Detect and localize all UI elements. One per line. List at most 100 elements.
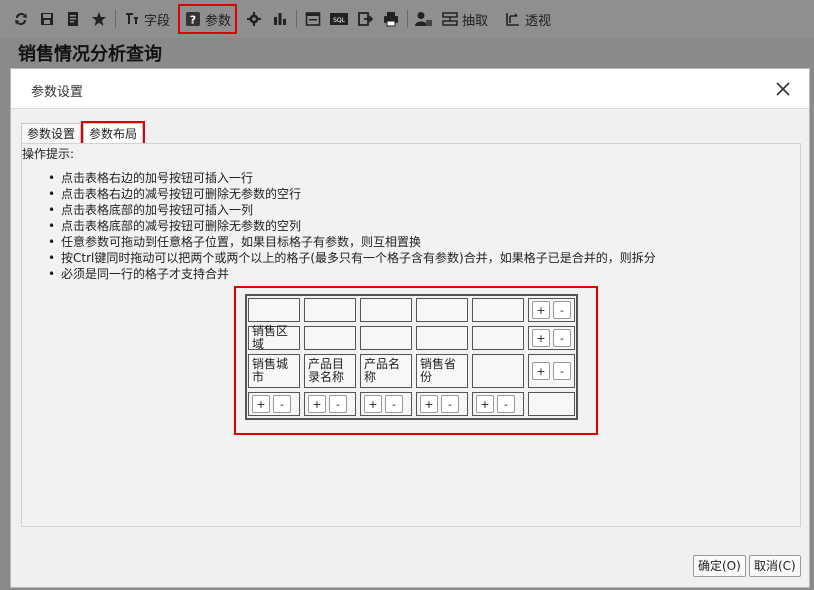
grid-cell[interactable]: 销售省份 bbox=[416, 354, 468, 388]
ok-button[interactable]: 确定(O) bbox=[693, 555, 746, 577]
add-row-button[interactable]: + bbox=[532, 301, 550, 319]
export-icon bbox=[356, 10, 374, 28]
column-button-pair: + - bbox=[252, 395, 291, 413]
pivot-icon bbox=[504, 10, 522, 28]
delete-row-button[interactable]: - bbox=[553, 329, 571, 347]
page-title: 销售情况分析查询 bbox=[18, 44, 162, 65]
star-icon bbox=[90, 10, 108, 28]
column-controls: + - bbox=[248, 392, 300, 416]
column-controls: + - bbox=[304, 392, 356, 416]
delete-column-button[interactable]: - bbox=[273, 395, 291, 413]
svg-text:?: ? bbox=[190, 14, 196, 27]
grid-cell[interactable]: 产品目录名称 bbox=[304, 354, 356, 388]
grid-cell[interactable]: 产品名称 bbox=[360, 354, 412, 388]
add-column-button[interactable]: + bbox=[252, 395, 270, 413]
hint-item: 点击表格底部的加号按钮可插入一列 bbox=[48, 202, 656, 218]
hint-title: 操作提示: bbox=[22, 147, 75, 161]
settings-button[interactable] bbox=[241, 4, 267, 34]
grid-cell[interactable] bbox=[416, 326, 468, 350]
close-button[interactable] bbox=[771, 77, 795, 101]
dialog-tabs: 参数设置 参数布局 bbox=[21, 121, 146, 147]
grid-cell[interactable] bbox=[360, 298, 412, 322]
row-controls: + - bbox=[528, 354, 575, 388]
pivot-button[interactable]: 透视 bbox=[500, 4, 555, 34]
add-row-button[interactable]: + bbox=[532, 362, 550, 380]
tab-params-layout[interactable]: 参数布局 bbox=[81, 121, 146, 147]
print-button[interactable] bbox=[378, 4, 404, 34]
printer-icon bbox=[382, 10, 400, 28]
column-controls: + - bbox=[472, 392, 524, 416]
tab-params-settings[interactable]: 参数设置 bbox=[21, 123, 82, 145]
question-icon: ? bbox=[184, 10, 202, 28]
column-controls: + - bbox=[360, 392, 412, 416]
dialog-header: 参数设置 bbox=[11, 69, 809, 109]
add-column-button[interactable]: + bbox=[420, 395, 438, 413]
delete-column-button[interactable]: - bbox=[329, 395, 347, 413]
params-dialog: 参数设置 参数设置 参数布局 操作提示: 点击表格右边的加号按钮可插入一行 点击… bbox=[10, 68, 810, 588]
column-button-pair: + - bbox=[420, 395, 459, 413]
sql-icon: SQL bbox=[330, 10, 349, 28]
extract-button[interactable]: 抽取 bbox=[437, 4, 492, 34]
chart-button[interactable] bbox=[267, 4, 293, 34]
hint-item: 点击表格右边的加号按钮可插入一行 bbox=[48, 170, 656, 186]
add-row-button[interactable]: + bbox=[532, 329, 550, 347]
delete-column-button[interactable]: - bbox=[441, 395, 459, 413]
sql-button[interactable]: SQL bbox=[326, 4, 352, 34]
grid-corner-cell bbox=[528, 392, 575, 416]
save-as-icon bbox=[64, 10, 82, 28]
tab-content: 操作提示: 点击表格右边的加号按钮可插入一行 点击表格右边的减号按钮可删除无参数… bbox=[21, 143, 801, 527]
row-button-pair: + - bbox=[532, 362, 571, 380]
extract-label: 抽取 bbox=[462, 13, 489, 29]
row-controls: + - bbox=[528, 326, 575, 350]
grid-cell[interactable] bbox=[360, 326, 412, 350]
form-icon bbox=[304, 10, 322, 28]
grid-cell[interactable] bbox=[472, 298, 524, 322]
add-column-button[interactable]: + bbox=[476, 395, 494, 413]
delete-column-button[interactable]: - bbox=[385, 395, 403, 413]
grid-cell[interactable] bbox=[304, 298, 356, 322]
delete-column-button[interactable]: - bbox=[497, 395, 515, 413]
save-button[interactable] bbox=[34, 4, 60, 34]
grid-cell[interactable] bbox=[472, 326, 524, 350]
grid-cell[interactable] bbox=[416, 298, 468, 322]
refresh-button[interactable] bbox=[8, 4, 34, 34]
row-button-pair: + - bbox=[532, 329, 571, 347]
hint-item: 按Ctrl键同时拖动可以把两个或两个以上的格子(最多只有一个格子含有参数)合并，… bbox=[48, 250, 656, 266]
hint-list: 点击表格右边的加号按钮可插入一行 点击表格右边的减号按钮可删除无参数的空行 点击… bbox=[48, 170, 656, 282]
add-column-button[interactable]: + bbox=[364, 395, 382, 413]
save-icon bbox=[38, 10, 56, 28]
params-label: 参数 bbox=[205, 13, 232, 29]
refresh-icon bbox=[12, 10, 30, 28]
cancel-button[interactable]: 取消(C) bbox=[749, 555, 801, 577]
layout-grid: + - 销售区域 + - 销售城市 产品目录名称 产品名称 销售省份 + - +… bbox=[245, 294, 578, 420]
delete-row-button[interactable]: - bbox=[553, 301, 571, 319]
delete-row-button[interactable]: - bbox=[553, 362, 571, 380]
favorite-button[interactable] bbox=[86, 4, 112, 34]
field-button[interactable]: 字段 bbox=[119, 4, 174, 34]
dialog-title: 参数设置 bbox=[31, 85, 84, 100]
bar-chart-icon bbox=[271, 10, 289, 28]
grid-cell[interactable] bbox=[248, 298, 300, 322]
grid-cell[interactable]: 销售城市 bbox=[248, 354, 300, 388]
close-icon bbox=[776, 82, 790, 96]
export-button[interactable] bbox=[352, 4, 378, 34]
hint-item: 点击表格底部的减号按钮可删除无参数的空列 bbox=[48, 218, 656, 234]
grid-cell[interactable] bbox=[304, 326, 356, 350]
user-settings-icon bbox=[415, 10, 433, 28]
grid-cell[interactable]: 销售区域 bbox=[248, 325, 300, 351]
user-button[interactable] bbox=[411, 4, 437, 34]
toolbar-separator bbox=[407, 10, 409, 28]
save-as-button[interactable] bbox=[60, 4, 86, 34]
hint-item: 必须是同一行的格子才支持合并 bbox=[48, 266, 656, 282]
hint-item: 点击表格右边的减号按钮可删除无参数的空行 bbox=[48, 186, 656, 202]
field-icon bbox=[123, 10, 141, 28]
hint-item: 任意参数可拖动到任意格子位置，如果目标格子有参数，则互相置换 bbox=[48, 234, 656, 250]
form-button[interactable] bbox=[300, 4, 326, 34]
column-button-pair: + - bbox=[476, 395, 515, 413]
params-button[interactable]: ? 参数 bbox=[178, 4, 238, 34]
column-controls: + - bbox=[416, 392, 468, 416]
grid-cell[interactable] bbox=[472, 354, 524, 388]
add-column-button[interactable]: + bbox=[308, 395, 326, 413]
sql-text: SQL bbox=[333, 17, 346, 24]
toolbar-separator bbox=[296, 10, 298, 28]
